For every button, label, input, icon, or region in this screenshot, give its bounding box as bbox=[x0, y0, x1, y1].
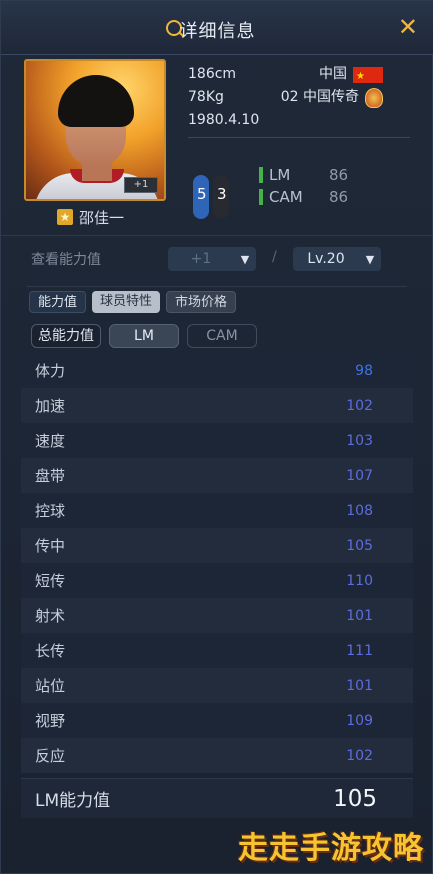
close-button[interactable]: ✕ bbox=[398, 13, 418, 41]
player-nation: 中国 bbox=[319, 66, 347, 82]
stat-name: 加速 bbox=[35, 397, 66, 415]
detail-panel: 详细信息 ✕ +1 ★ 邵佳一 186cm 78Kg 1980.4.10 中国 … bbox=[0, 0, 433, 874]
stat-name: 长传 bbox=[35, 642, 66, 660]
stat-row: 射术 101 bbox=[21, 598, 413, 633]
stat-name: 体力 bbox=[35, 362, 66, 380]
left-foot-value: 5 bbox=[197, 185, 207, 203]
position-name: CAM bbox=[269, 188, 303, 206]
subtab-total[interactable]: 总能力值 bbox=[31, 324, 101, 348]
weak-foot-indicator: 5 3 bbox=[191, 171, 233, 223]
stat-row: 速度 103 bbox=[21, 423, 413, 458]
position-bar bbox=[259, 189, 263, 205]
player-hair bbox=[58, 75, 134, 127]
position-overall-value: 105 bbox=[333, 785, 377, 812]
stat-name: 盘带 bbox=[35, 467, 66, 485]
stat-value: 101 bbox=[346, 607, 373, 624]
stat-row: 反应 102 bbox=[21, 738, 413, 773]
upgrade-select-value: +1 bbox=[190, 251, 212, 267]
position-overall-label: LM能力值 bbox=[35, 791, 111, 811]
position-ratings: LM 86 CAM 86 bbox=[259, 164, 348, 208]
stat-name: 短传 bbox=[35, 572, 66, 590]
stat-value: 110 bbox=[346, 572, 373, 589]
stat-name: 传中 bbox=[35, 537, 66, 555]
subtab-lm[interactable]: LM bbox=[109, 324, 179, 348]
stat-value: 103 bbox=[346, 432, 373, 449]
stat-value: 101 bbox=[346, 677, 373, 694]
player-name-row: ★ 邵佳一 bbox=[57, 207, 124, 227]
stat-value: 102 bbox=[346, 747, 373, 764]
stat-row: 加速 102 bbox=[21, 388, 413, 423]
stat-value: 105 bbox=[346, 537, 373, 554]
level-select-value: Lv.20 bbox=[307, 251, 345, 267]
player-origin: 中国 02 中国传奇 bbox=[263, 63, 383, 109]
stat-value: 109 bbox=[346, 712, 373, 729]
stat-name: 站位 bbox=[35, 677, 66, 695]
position-name: LM bbox=[269, 166, 291, 184]
stat-name: 速度 bbox=[35, 432, 66, 450]
stat-row: 盘带 107 bbox=[21, 458, 413, 493]
player-name: 邵佳一 bbox=[79, 208, 125, 227]
ability-subtabs: 总能力值 LM CAM bbox=[31, 324, 257, 348]
divider bbox=[27, 286, 407, 287]
panel-header: 详细信息 ✕ bbox=[1, 1, 433, 55]
subtab-cam[interactable]: CAM bbox=[187, 324, 257, 348]
china-flag-icon bbox=[353, 65, 383, 88]
stat-value: 111 bbox=[346, 642, 373, 659]
divider bbox=[188, 137, 410, 138]
stat-name: 反应 bbox=[35, 747, 66, 765]
select-separator: / bbox=[272, 249, 277, 265]
player-height: 186cm bbox=[188, 66, 237, 82]
player-card: +1 bbox=[24, 59, 166, 201]
stat-row: 长传 111 bbox=[21, 633, 413, 668]
stat-row: 控球 108 bbox=[21, 493, 413, 528]
player-weight: 78Kg bbox=[188, 89, 224, 105]
stat-row: 站位 101 bbox=[21, 668, 413, 703]
card-boost-badge: +1 bbox=[124, 177, 158, 193]
stat-value: 98 bbox=[355, 362, 373, 379]
player-bio: 186cm 78Kg 1980.4.10 bbox=[188, 63, 259, 132]
right-foot-value: 3 bbox=[217, 185, 227, 203]
legend-badge-icon bbox=[365, 87, 383, 108]
ability-label: 查看能力值 bbox=[31, 252, 101, 268]
tab-ability[interactable]: 能力值 bbox=[29, 291, 87, 313]
chevron-down-icon: ▼ bbox=[240, 252, 250, 266]
player-season: 02 中国传奇 bbox=[280, 89, 359, 105]
star-icon: ★ bbox=[57, 209, 73, 225]
stat-name: 射术 bbox=[35, 607, 66, 625]
stat-row: 短传 110 bbox=[21, 563, 413, 598]
stat-value: 108 bbox=[346, 502, 373, 519]
stat-value: 102 bbox=[346, 397, 373, 414]
chevron-down-icon: ▼ bbox=[365, 252, 375, 266]
stat-row: 视野 109 bbox=[21, 703, 413, 738]
stat-name: 控球 bbox=[35, 502, 66, 520]
stat-list: 体力 98 加速 102 速度 103 盘带 107 控球 108 传中 105 短传 110… bbox=[21, 353, 413, 773]
stat-value: 107 bbox=[346, 467, 373, 484]
upgrade-select[interactable]: +1 ▼ bbox=[168, 247, 256, 271]
position-overall-row: LM能力值 105 bbox=[21, 778, 413, 818]
stat-name: 视野 bbox=[35, 712, 66, 730]
stat-row: 体力 98 bbox=[21, 353, 413, 388]
position-row: CAM 86 bbox=[259, 186, 348, 208]
level-select[interactable]: Lv.20 ▼ bbox=[293, 247, 381, 271]
site-watermark: 走走手游攻略 bbox=[238, 831, 424, 866]
position-row: LM 86 bbox=[259, 164, 348, 186]
detail-tabs: 能力值 球员特性 市场价格 bbox=[29, 291, 237, 313]
tab-traits[interactable]: 球员特性 bbox=[92, 291, 161, 313]
divider bbox=[1, 235, 433, 236]
position-bar bbox=[259, 167, 263, 183]
panel-title: 详细信息 bbox=[179, 21, 256, 42]
stat-row: 传中 105 bbox=[21, 528, 413, 563]
position-rating: 86 bbox=[329, 166, 349, 184]
player-birthdate: 1980.4.10 bbox=[188, 112, 260, 128]
position-rating: 86 bbox=[329, 188, 349, 206]
tab-market-price[interactable]: 市场价格 bbox=[166, 291, 237, 313]
